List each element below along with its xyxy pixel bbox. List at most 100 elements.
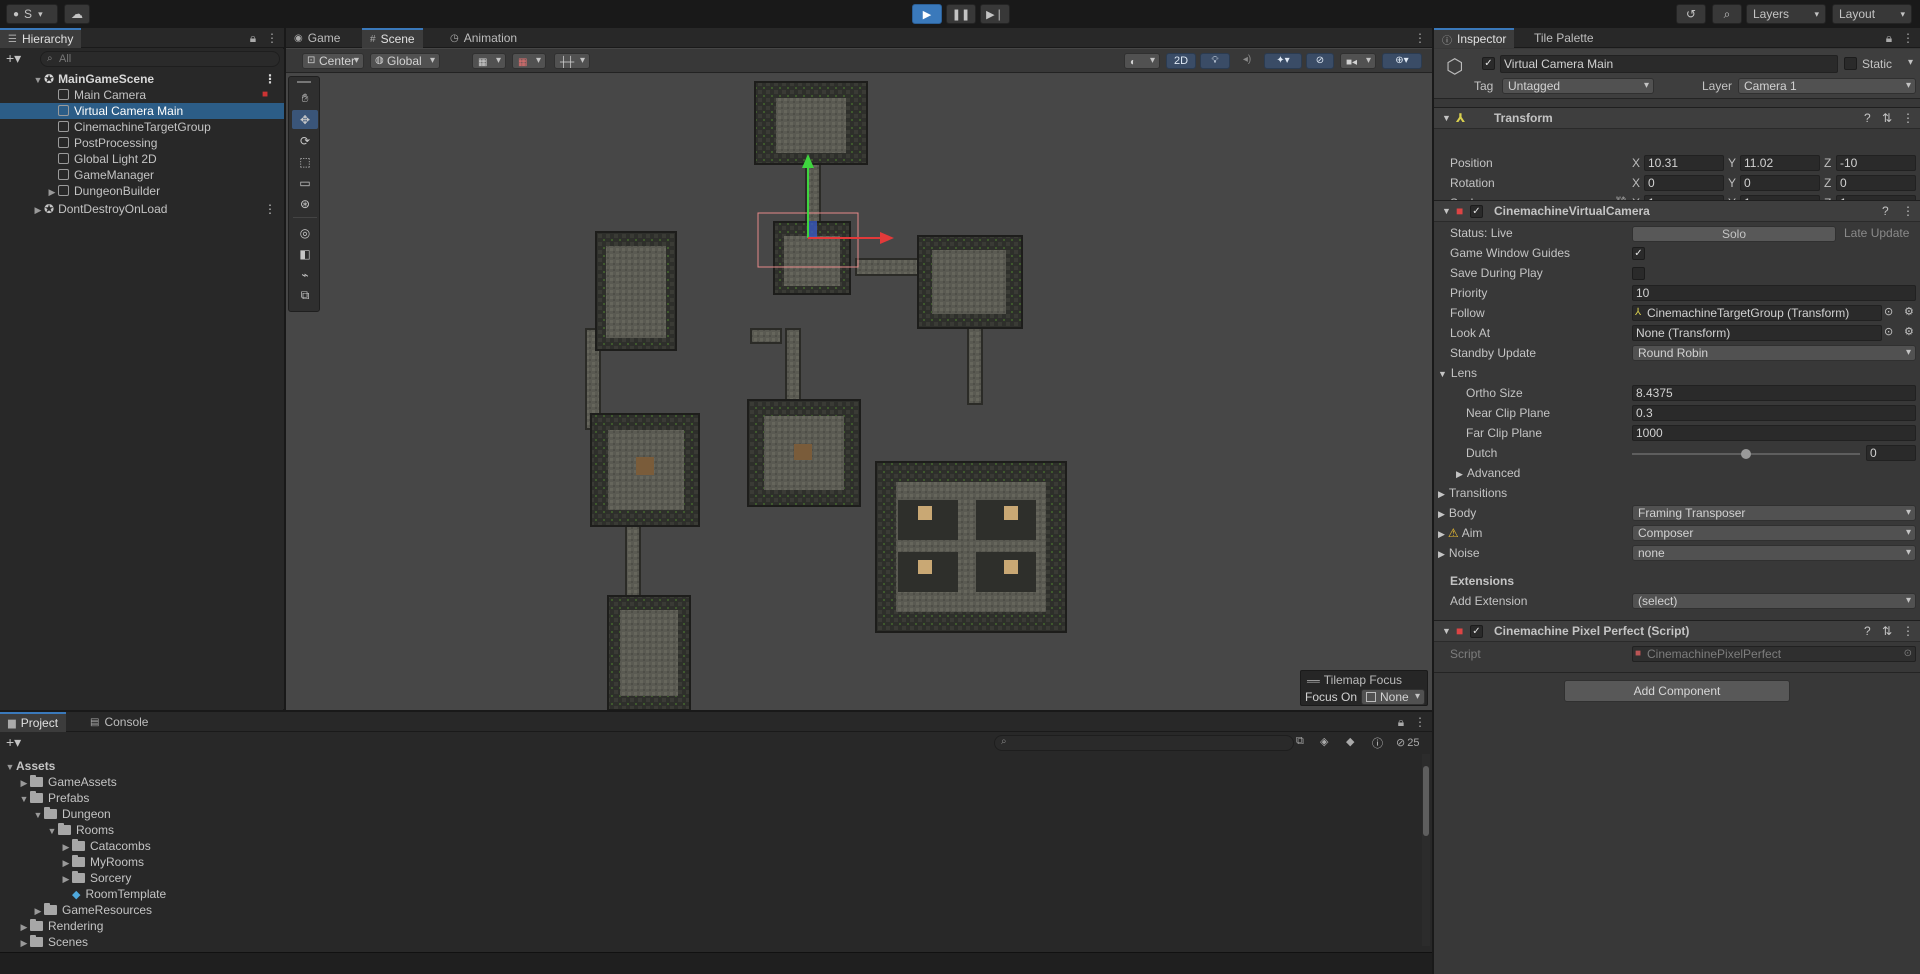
lock-icon[interactable]: 🔒︎ [248,30,258,46]
tab-tile-palette[interactable]: Tile Palette [1526,28,1602,48]
project-tree-item[interactable]: ▼ Dungeon [0,806,1420,822]
chevron-down-icon[interactable]: ▼ [4,759,16,775]
tab-scene[interactable]: # Scene [362,28,423,48]
move-tool[interactable]: ✥ [292,110,318,129]
kebab-menu-icon[interactable]: ⋮ [1902,30,1914,46]
body-dropdown[interactable]: Framing Transposer [1632,505,1916,521]
aim-foldout[interactable]: ▶ ⚠ Aim [1438,526,1482,540]
object-name-field[interactable]: Virtual Camera Main [1500,55,1838,73]
tab-project[interactable]: ▆ Project [0,712,67,732]
chevron-right-icon[interactable]: ▶ [46,184,58,200]
move-gizmo-x-arrow[interactable] [880,232,894,244]
layers-dropdown[interactable]: Layers ▾ [1746,4,1826,24]
camera-dropdown[interactable]: ■◂ [1340,53,1376,69]
vcam-header[interactable]: ▼ ■ ✓ CinemachineVirtualCamera ? ⋮ [1434,200,1920,222]
audio-toggle[interactable]: ◂) [1234,53,1260,69]
scrollbar-thumb[interactable] [1423,766,1429,836]
chevron-right-icon[interactable]: ▶ [60,839,72,855]
project-tree-item[interactable]: ▶ Scenes [0,934,1420,950]
dutch-slider-track[interactable] [1632,449,1860,459]
custom-tool-3[interactable]: ⌁ [292,265,318,284]
project-tree-item[interactable]: ▶ Catacombs [0,838,1420,854]
search-button[interactable]: ⌕ [1712,4,1742,24]
ortho-size-field[interactable]: 8.4375 [1632,385,1916,401]
position-axis-z-label[interactable]: Z [1824,156,1831,170]
account-dropdown[interactable]: ● S ▾ [6,4,58,24]
add-icon[interactable]: +▾ [6,734,21,751]
add-extension-dropdown[interactable]: (select) [1632,593,1916,609]
scene-visibility-toggle[interactable]: ⊘ [1306,53,1334,69]
noise-foldout[interactable]: ▶ Noise [1438,546,1480,560]
chevron-down-icon[interactable]: ▼ [46,823,58,839]
lock-icon[interactable]: 🔒︎ [1396,714,1406,730]
guides-checkbox[interactable]: ✓ [1632,247,1645,260]
project-tree-item[interactable]: ▼ Prefabs [0,790,1420,806]
space-dropdown[interactable]: ◍ Global [370,53,440,69]
rotation-axis-x-label[interactable]: X [1632,176,1640,190]
tag-dropdown[interactable]: Untagged [1502,78,1654,94]
rotation-x-field[interactable]: 0 [1644,175,1724,191]
rotation-z-field[interactable]: 0 [1836,175,1916,191]
noise-dropdown[interactable]: none [1632,545,1916,561]
custom-tool-1[interactable]: ◎ [292,223,318,242]
draw-mode-dropdown[interactable]: ◐ [1124,53,1160,69]
project-tree-item[interactable]: ▼ Assets [0,758,1420,774]
hierarchy-item[interactable]: ▶ DungeonBuilder [0,183,284,199]
dutch-field[interactable]: 0 [1866,445,1916,461]
hierarchy-item[interactable]: CinemachineTargetGroup [0,119,284,135]
lookat-field[interactable]: None (Transform) [1632,325,1882,341]
layer-dropdown[interactable]: Camera 1 [1738,78,1916,94]
project-tree-item[interactable]: ▶ Rendering [0,918,1420,934]
rotation-axis-z-label[interactable]: Z [1824,176,1831,190]
project-tree-item[interactable]: ▶ MyRooms [0,854,1420,870]
active-checkbox[interactable]: ✓ [1482,57,1495,70]
rotation-y-field[interactable]: 0 [1740,175,1820,191]
kebab-menu-icon[interactable]: ⋮ [1414,714,1426,730]
hidden-packages-toggle[interactable]: ⊘ 25 [1396,736,1419,749]
chevron-right-icon[interactable]: ▶ [18,919,30,935]
lighting-toggle[interactable]: 💡︎ [1200,53,1230,69]
custom-tool-4[interactable]: ⧉ [292,286,318,305]
grid-snap-dropdown[interactable]: ▦ [472,53,506,69]
pivot-dropdown[interactable]: ⊡ Center [302,53,364,69]
search-by-type-icon[interactable]: ⧉ [1296,735,1304,748]
dontdestroy-row[interactable]: ▶ ✪ DontDestroyOnLoad ⋮ [0,201,284,217]
increment-snap-dropdown[interactable]: ┼┼ [554,53,590,69]
pixel-perfect-header[interactable]: ▼ ■ ✓ Cinemachine Pixel Perfect (Script)… [1434,620,1920,642]
2d-toggle[interactable]: 2D [1166,53,1196,69]
history-button[interactable]: ↺ [1676,4,1706,24]
kebab-menu-icon[interactable]: ⋮ [264,71,276,87]
object-picker-icon[interactable]: ⊙ [1884,325,1893,338]
chevron-right-icon[interactable]: ▶ [60,855,72,871]
kebab-menu-icon[interactable]: ⋮ [1902,108,1914,128]
static-checkbox[interactable] [1844,57,1857,70]
near-clip-field[interactable]: 0.3 [1632,405,1916,421]
layout-dropdown[interactable]: Layout ▾ [1832,4,1912,24]
tab-hierarchy[interactable]: ☰ Hierarchy [0,28,82,48]
tab-console[interactable]: ▤ Console [82,712,156,732]
transform-tool[interactable]: ⊛ [292,194,318,213]
effects-dropdown[interactable]: ✦▾ [1264,53,1302,69]
help-icon[interactable]: ? [1882,201,1889,221]
scene-row[interactable]: ▼ ✪ MainGameScene ⋮ [0,71,284,87]
scale-tool[interactable]: ⬚ [292,152,318,171]
hierarchy-item[interactable]: Global Light 2D [0,151,284,167]
help-icon[interactable]: ? [1864,108,1871,128]
filter-icon[interactable]: ◈ [1320,735,1328,748]
save-during-play-checkbox[interactable] [1632,267,1645,280]
play-button[interactable]: ▶ [912,4,942,24]
custom-tool-2[interactable]: ◧ [292,244,318,263]
gear-icon[interactable]: ⚙ [1904,305,1914,318]
transform-header[interactable]: ▼ ⅄ Transform ? ⇅ ⋮ [1434,107,1920,129]
hierarchy-item[interactable]: Virtual Camera Main [0,103,284,119]
chevron-down-icon[interactable]: ▼ [18,791,30,807]
position-axis-x-label[interactable]: X [1632,156,1640,170]
rotation-axis-y-label[interactable]: Y [1728,176,1736,190]
gizmos-dropdown[interactable]: ⊕▾ [1382,53,1422,69]
chevron-right-icon[interactable]: ▶ [18,935,30,951]
chevron-right-icon[interactable]: ▶ [60,871,72,887]
hierarchy-item[interactable]: GameManager [0,167,284,183]
kebab-menu-icon[interactable]: ⋮ [266,30,278,46]
grid-visibility-dropdown[interactable]: ▦ [512,53,546,69]
focus-on-dropdown[interactable]: None [1361,689,1425,705]
